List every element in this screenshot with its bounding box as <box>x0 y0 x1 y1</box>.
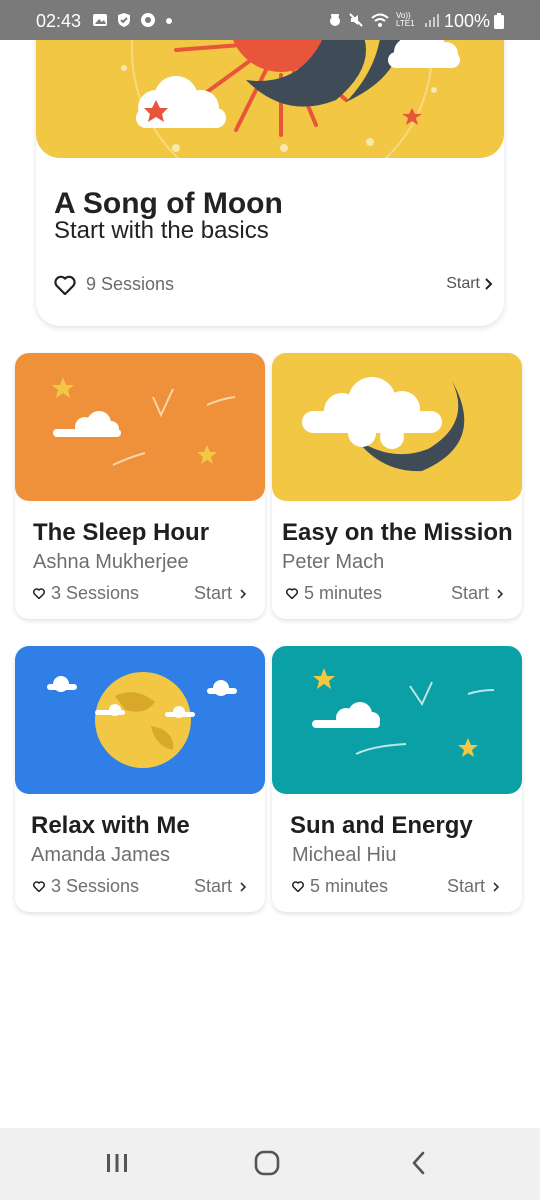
card-start-button[interactable]: Start <box>451 583 504 604</box>
course-card[interactable]: Relax with Me Amanda James 3 Sessions St… <box>15 646 265 912</box>
back-icon <box>412 1151 425 1175</box>
chevron-right-icon <box>240 881 247 892</box>
chevron-right-icon <box>240 588 247 599</box>
heart-icon <box>286 588 298 599</box>
signal-icon <box>425 14 439 27</box>
card-start-button[interactable]: Start <box>194 876 247 897</box>
card-author: Ashna Mukherjee <box>33 551 189 573</box>
featured-subtitle: Start with the basics <box>54 217 269 244</box>
course-card[interactable]: Easy on the Mission Peter Mach 5 minutes… <box>272 353 522 619</box>
status-right-icons: Vo)) LTE1 <box>328 12 440 28</box>
card-meta: 3 Sessions <box>33 876 139 897</box>
course-card[interactable]: Sun and Energy Micheal Hiu 5 minutes Sta… <box>272 646 522 912</box>
card-illustration <box>15 646 265 794</box>
card-start-label: Start <box>446 876 485 896</box>
featured-start-button[interactable]: Start <box>446 275 494 293</box>
card-author: Micheal Hiu <box>292 844 397 866</box>
card-author: Amanda James <box>31 844 170 866</box>
navigation-bar <box>0 1128 540 1200</box>
card-meta-label: 5 minutes <box>310 876 389 896</box>
card-title: The Sleep Hour <box>33 519 210 546</box>
mute-icon <box>349 13 363 27</box>
card-start-label: Start <box>193 583 232 603</box>
featured-sessions: 9 Sessions <box>54 274 174 295</box>
course-card[interactable]: The Sleep Hour Ashna Mukherjee 3 Session… <box>15 353 265 619</box>
home-icon <box>254 1150 280 1176</box>
app-icon <box>141 13 155 27</box>
recent-apps-button[interactable] <box>104 1150 130 1181</box>
chevron-right-icon <box>485 278 493 290</box>
back-button[interactable] <box>406 1150 432 1181</box>
card-meta: 3 Sessions <box>33 583 139 604</box>
card-meta-label: 5 minutes <box>304 583 383 603</box>
card-start-button[interactable]: Start <box>447 876 500 897</box>
card-meta: 5 minutes <box>286 583 382 604</box>
featured-sessions-label: 9 Sessions <box>86 274 175 294</box>
card-title: Relax with Me <box>31 812 190 839</box>
card-title: Easy on the Mission <box>282 519 513 546</box>
battery-icon <box>494 13 504 29</box>
card-title: Sun and Energy <box>290 812 473 839</box>
featured-start-label: Start <box>446 275 480 292</box>
dot-icon <box>166 18 172 24</box>
heart-icon <box>33 881 45 892</box>
chevron-right-icon <box>497 588 504 599</box>
chevron-right-icon <box>493 881 500 892</box>
card-illustration <box>272 646 522 794</box>
wifi-icon <box>371 13 389 27</box>
card-illustration <box>15 353 265 501</box>
shield-check-icon <box>118 13 130 27</box>
heart-icon <box>54 275 76 295</box>
status-bar: 02:43 Vo)) LTE1 100% <box>0 0 540 40</box>
recent-apps-icon <box>107 1154 127 1172</box>
alarm-icon <box>330 14 340 26</box>
card-meta: 5 minutes <box>292 876 388 897</box>
battery-percent: 100% <box>444 11 491 31</box>
card-meta-label: 3 Sessions <box>51 583 140 603</box>
home-button[interactable] <box>254 1150 280 1181</box>
status-time: 02:43 <box>36 11 82 31</box>
gallery-icon <box>93 14 107 26</box>
card-meta-label: 3 Sessions <box>51 876 140 896</box>
card-start-button[interactable]: Start <box>194 583 247 604</box>
featured-card[interactable]: A Song of Moon Start with the basics 9 S… <box>36 0 504 326</box>
card-illustration <box>272 353 522 501</box>
status-left-icons <box>92 12 174 28</box>
featured-title: A Song of Moon <box>54 187 283 220</box>
network-label: Vo)) LTE1 <box>396 11 415 28</box>
heart-icon <box>292 881 304 892</box>
heart-icon <box>33 588 45 599</box>
card-author: Peter Mach <box>282 551 385 573</box>
card-start-label: Start <box>450 583 489 603</box>
card-start-label: Start <box>193 876 232 896</box>
